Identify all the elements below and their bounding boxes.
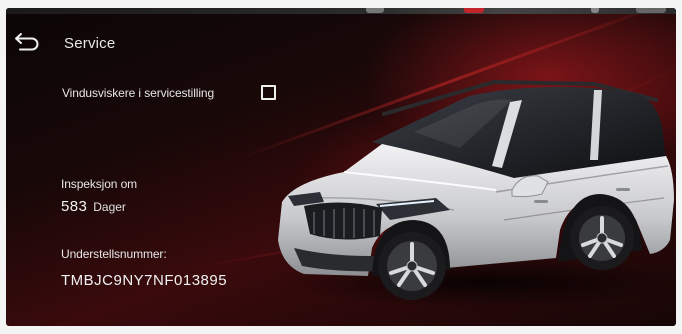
status-indicator [366, 8, 384, 13]
wipers-service-label: Vindusviskere i servicestilling [62, 86, 215, 100]
back-button[interactable] [12, 26, 44, 56]
vin-label: Understellsnummer: [61, 247, 167, 261]
status-indicator [636, 8, 666, 13]
status-indicator [591, 8, 599, 13]
page-title: Service [64, 35, 116, 52]
status-bar [6, 8, 676, 14]
inspection-days-value: 583 [61, 198, 88, 215]
inspection-value-row: 583 Dager [61, 198, 126, 215]
status-indicator [464, 8, 484, 13]
device-frame: Service Vindusviskere i servicestilling … [0, 0, 682, 334]
inspection-days-unit: Dager [93, 200, 126, 214]
inspection-label: Inspeksjon om [61, 177, 138, 191]
back-arrow-icon [15, 33, 39, 51]
car-image [278, 79, 676, 308]
infotainment-screen: Service Vindusviskere i servicestilling … [6, 8, 676, 326]
vin-value: TMBJC9NY7NF013895 [61, 272, 228, 289]
